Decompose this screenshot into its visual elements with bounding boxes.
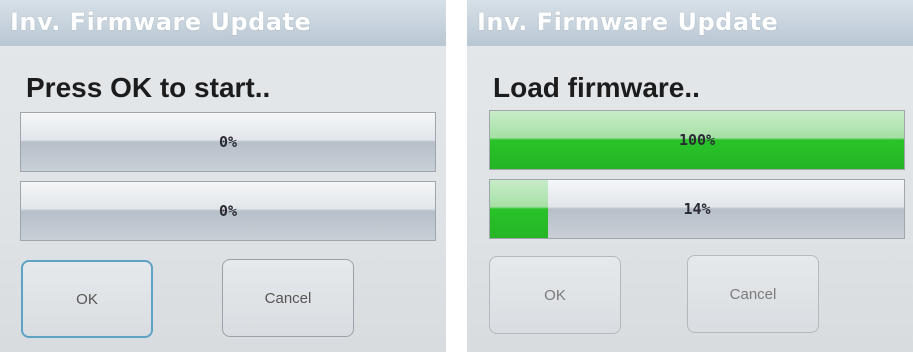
cancel-button[interactable]: Cancel — [222, 259, 354, 337]
progress-bar-firmware: 0% — [20, 112, 436, 172]
firmware-update-screen-start: Inv. Firmware Update Press OK to start..… — [0, 0, 446, 352]
title-bar: Inv. Firmware Update — [0, 0, 446, 46]
progress-bar-firmware: 100% — [489, 110, 905, 170]
progress-label: 14% — [683, 200, 711, 218]
title-bar: Inv. Firmware Update — [467, 0, 913, 46]
ok-button[interactable]: OK — [21, 260, 153, 338]
progress-bar-segment: 14% — [489, 179, 905, 239]
window-title: Inv. Firmware Update — [10, 8, 312, 36]
window-title: Inv. Firmware Update — [477, 8, 779, 36]
firmware-update-screen-loading: Inv. Firmware Update Load firmware.. 100… — [467, 0, 913, 352]
progress-label: 100% — [678, 131, 716, 149]
ok-button[interactable]: OK — [489, 256, 621, 334]
progress-label: 0% — [218, 133, 238, 151]
progress-label: 0% — [218, 202, 238, 220]
status-message: Press OK to start.. — [26, 72, 271, 103]
status-message: Load firmware.. — [493, 72, 700, 103]
cancel-button[interactable]: Cancel — [687, 255, 819, 333]
progress-bar-segment: 0% — [20, 181, 436, 241]
